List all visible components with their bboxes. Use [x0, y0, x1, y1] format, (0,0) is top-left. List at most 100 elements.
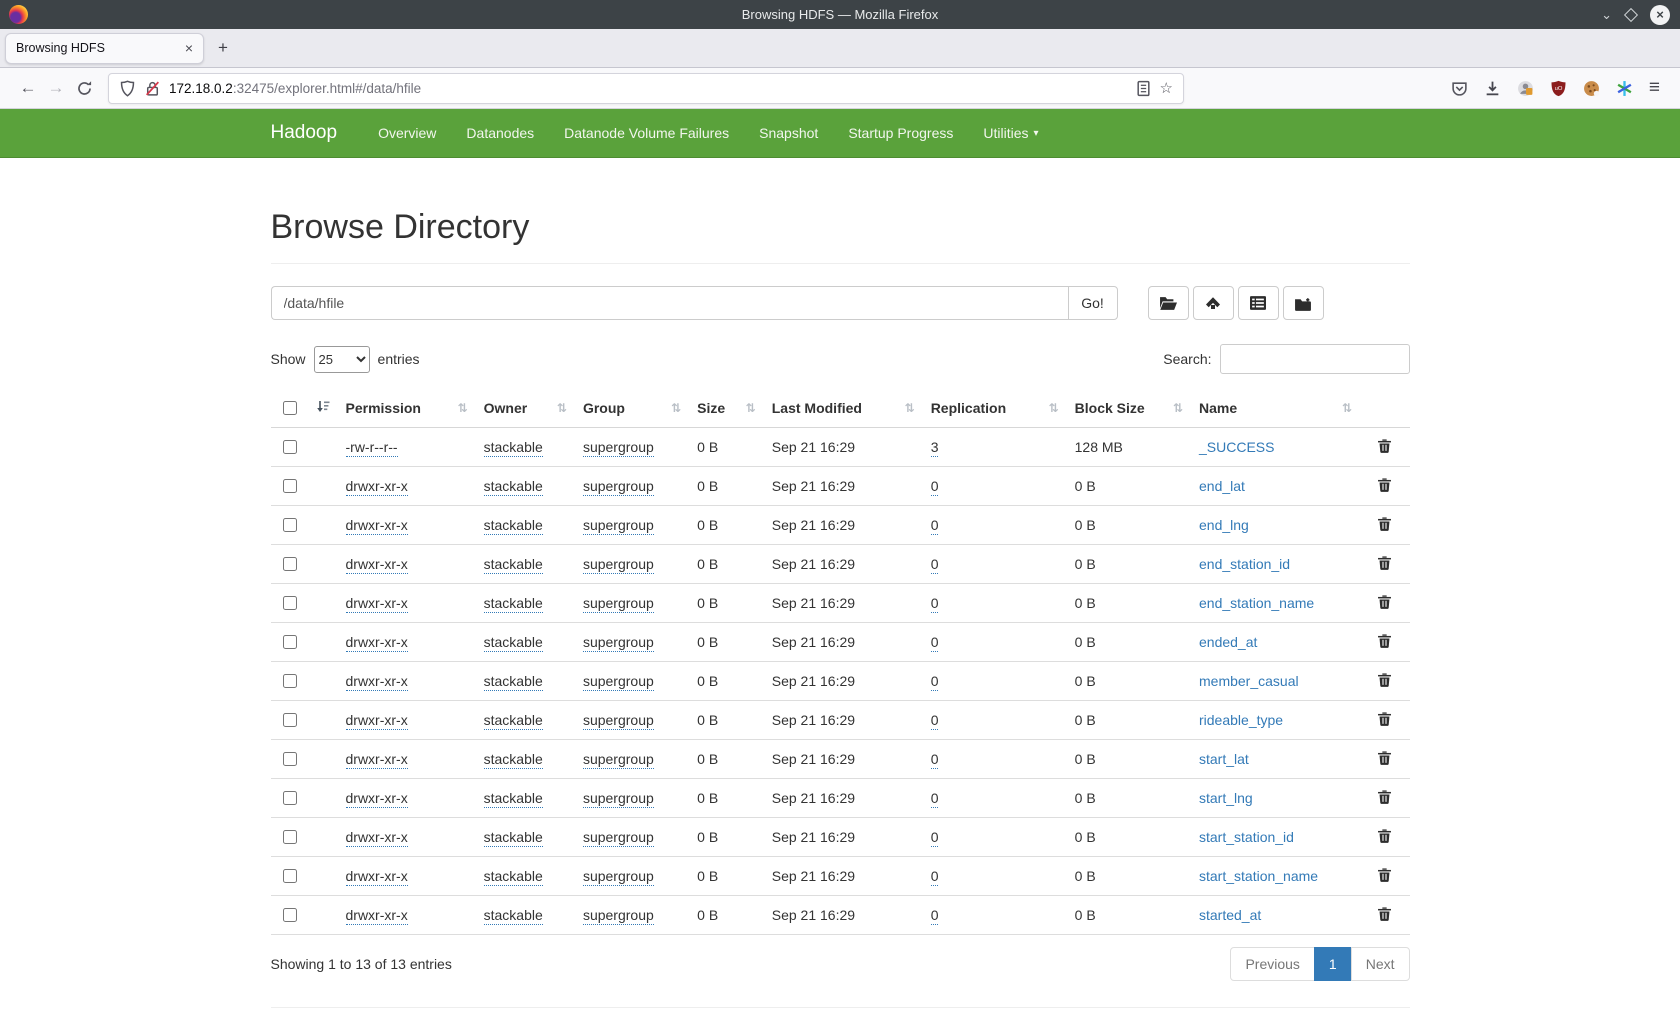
file-name-link[interactable]: end_lng: [1199, 517, 1249, 533]
delete-button[interactable]: [1378, 907, 1391, 921]
permission-value[interactable]: drwxr-xr-x: [346, 712, 408, 730]
owner-value[interactable]: stackable: [484, 907, 543, 925]
window-close-icon[interactable]: ×: [1650, 5, 1670, 25]
group-value[interactable]: supergroup: [583, 712, 654, 730]
proxy-extension-icon[interactable]: [1517, 80, 1534, 97]
delete-button[interactable]: [1378, 712, 1391, 726]
ublock-origin-icon[interactable]: uO: [1550, 80, 1567, 97]
owner-value[interactable]: stackable: [484, 517, 543, 535]
nav-item-snapshot[interactable]: Snapshot: [744, 125, 833, 141]
row-checkbox[interactable]: [283, 635, 297, 649]
permission-value[interactable]: drwxr-xr-x: [346, 673, 408, 691]
replication-value[interactable]: 0: [931, 595, 939, 613]
sort-active-icon[interactable]: [316, 401, 330, 413]
row-checkbox[interactable]: [283, 830, 297, 844]
header-name[interactable]: Name⇅: [1191, 388, 1360, 428]
header-owner[interactable]: Owner⇅: [476, 388, 575, 428]
owner-value[interactable]: stackable: [484, 868, 543, 886]
window-maximize-icon[interactable]: [1624, 7, 1638, 21]
hamburger-menu-icon[interactable]: ≡: [1649, 77, 1660, 99]
window-minimize-icon[interactable]: ⌄: [1601, 8, 1612, 21]
header-group[interactable]: Group⇅: [575, 388, 689, 428]
nav-item-utilities[interactable]: Utilities▾: [968, 125, 1053, 141]
replication-value[interactable]: 0: [931, 907, 939, 925]
permission-value[interactable]: -rw-r--r--: [346, 439, 398, 457]
file-name-link[interactable]: end_station_name: [1199, 595, 1314, 611]
permission-value[interactable]: drwxr-xr-x: [346, 556, 408, 574]
reader-mode-icon[interactable]: [1135, 80, 1152, 97]
delete-button[interactable]: [1378, 595, 1391, 609]
owner-value[interactable]: stackable: [484, 790, 543, 808]
row-checkbox[interactable]: [283, 557, 297, 571]
replication-value[interactable]: 0: [931, 712, 939, 730]
sort-both-icon[interactable]: ⇅: [557, 401, 567, 415]
delete-button[interactable]: [1378, 868, 1391, 882]
page-1-button[interactable]: 1: [1314, 947, 1352, 981]
header-last-modified[interactable]: Last Modified⇅: [764, 388, 923, 428]
select-all-checkbox[interactable]: [283, 401, 297, 415]
owner-value[interactable]: stackable: [484, 556, 543, 574]
file-name-link[interactable]: start_station_name: [1199, 868, 1318, 884]
insecure-lock-icon[interactable]: [144, 80, 161, 97]
nav-item-startup-progress[interactable]: Startup Progress: [833, 125, 968, 141]
permission-value[interactable]: drwxr-xr-x: [346, 634, 408, 652]
row-checkbox[interactable]: [283, 440, 297, 454]
header-replication[interactable]: Replication⇅: [923, 388, 1067, 428]
go-button[interactable]: Go!: [1068, 286, 1118, 320]
sparkle-extension-icon[interactable]: [1616, 80, 1633, 97]
group-value[interactable]: supergroup: [583, 907, 654, 925]
new-tab-button[interactable]: +: [218, 38, 228, 58]
permission-value[interactable]: drwxr-xr-x: [346, 517, 408, 535]
sort-both-icon[interactable]: ⇅: [1049, 401, 1059, 415]
header-permission[interactable]: Permission⇅: [338, 388, 476, 428]
permission-value[interactable]: drwxr-xr-x: [346, 751, 408, 769]
create-directory-button[interactable]: [1283, 286, 1324, 320]
downloads-icon[interactable]: [1484, 80, 1501, 97]
permission-value[interactable]: drwxr-xr-x: [346, 907, 408, 925]
open-folder-button[interactable]: [1148, 286, 1189, 320]
sort-both-icon[interactable]: ⇅: [1342, 401, 1352, 415]
owner-value[interactable]: stackable: [484, 751, 543, 769]
upload-file-button[interactable]: [1193, 286, 1234, 320]
owner-value[interactable]: stackable: [484, 595, 543, 613]
permission-value[interactable]: drwxr-xr-x: [346, 829, 408, 847]
sort-both-icon[interactable]: ⇅: [905, 401, 915, 415]
delete-button[interactable]: [1378, 478, 1391, 492]
sort-both-icon[interactable]: ⇅: [458, 401, 468, 415]
owner-value[interactable]: stackable: [484, 439, 543, 457]
file-name-link[interactable]: started_at: [1199, 907, 1261, 923]
permission-value[interactable]: drwxr-xr-x: [346, 868, 408, 886]
nav-item-datanodes[interactable]: Datanodes: [451, 125, 549, 141]
group-value[interactable]: supergroup: [583, 595, 654, 613]
replication-value[interactable]: 3: [931, 439, 939, 457]
delete-button[interactable]: [1378, 790, 1391, 804]
sort-both-icon[interactable]: ⇅: [671, 401, 681, 415]
search-input[interactable]: [1220, 344, 1410, 374]
file-name-link[interactable]: start_station_id: [1199, 829, 1294, 845]
replication-value[interactable]: 0: [931, 478, 939, 496]
file-name-link[interactable]: start_lat: [1199, 751, 1249, 767]
group-value[interactable]: supergroup: [583, 751, 654, 769]
tracking-shield-icon[interactable]: [119, 80, 136, 97]
url-text[interactable]: 172.18.0.2:32475/explorer.html#/data/hfi…: [169, 81, 1127, 96]
owner-value[interactable]: stackable: [484, 829, 543, 847]
bookmark-star-icon[interactable]: ☆: [1160, 79, 1173, 97]
row-checkbox[interactable]: [283, 869, 297, 883]
delete-button[interactable]: [1378, 634, 1391, 648]
directory-path-input[interactable]: [271, 286, 1068, 320]
replication-value[interactable]: 0: [931, 829, 939, 847]
delete-button[interactable]: [1378, 829, 1391, 843]
group-value[interactable]: supergroup: [583, 868, 654, 886]
row-checkbox[interactable]: [283, 791, 297, 805]
file-name-link[interactable]: ended_at: [1199, 634, 1257, 650]
group-value[interactable]: supergroup: [583, 439, 654, 457]
file-list-button[interactable]: [1238, 286, 1279, 320]
replication-value[interactable]: 0: [931, 790, 939, 808]
tab-browsing-hdfs[interactable]: Browsing HDFS ×: [5, 33, 204, 64]
nav-item-datanode-volume-failures[interactable]: Datanode Volume Failures: [549, 125, 744, 141]
file-name-link[interactable]: start_lng: [1199, 790, 1253, 806]
cookie-extension-icon[interactable]: [1583, 80, 1600, 97]
permission-value[interactable]: drwxr-xr-x: [346, 478, 408, 496]
group-value[interactable]: supergroup: [583, 829, 654, 847]
reload-button[interactable]: [70, 74, 98, 102]
